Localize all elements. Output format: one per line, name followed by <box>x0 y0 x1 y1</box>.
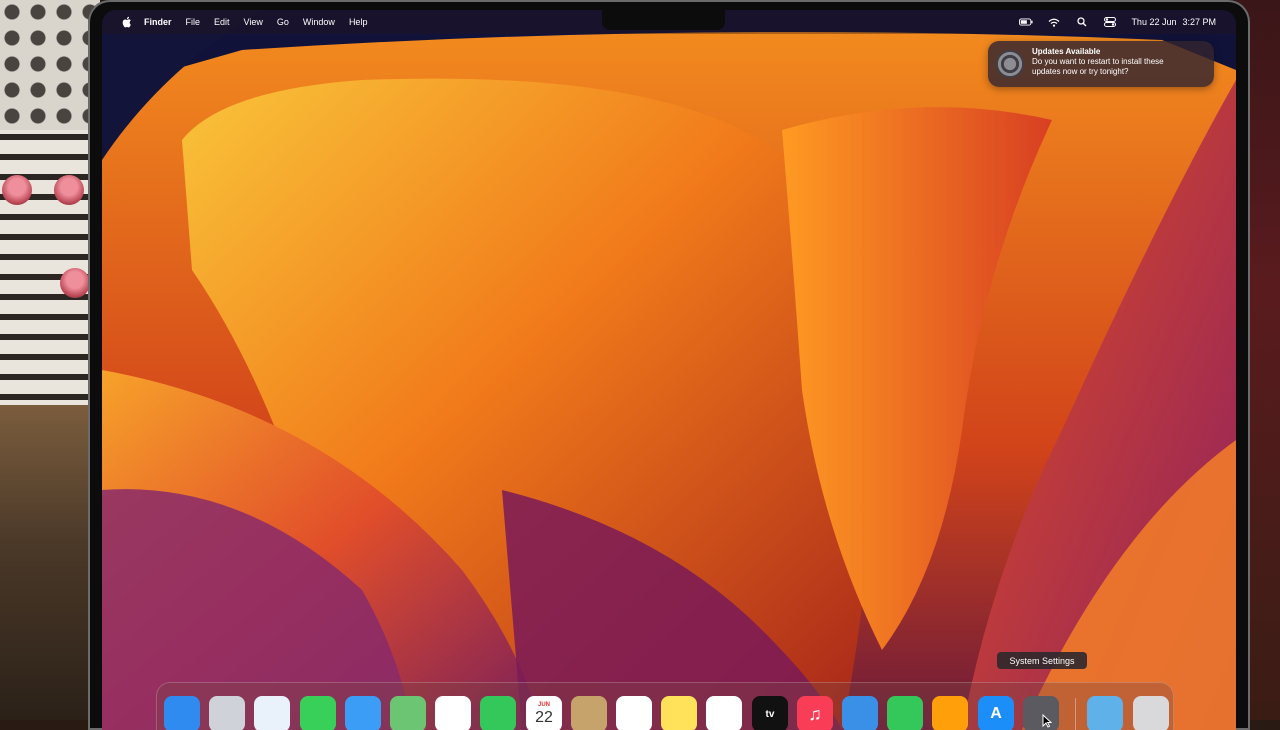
notification-title: Updates Available <box>1032 47 1101 56</box>
trash-icon[interactable] <box>1133 696 1169 730</box>
reminders-icon[interactable] <box>616 696 652 730</box>
downloads-folder-icon[interactable] <box>1087 696 1123 730</box>
notification-body-line2: updates now or try tonight? <box>1032 67 1129 76</box>
background-room-left <box>0 0 100 720</box>
system-settings-icon[interactable] <box>1023 696 1059 730</box>
decor-cup <box>60 268 90 298</box>
dock-separator <box>1075 698 1076 730</box>
menu-go[interactable]: Go <box>277 17 289 27</box>
launchpad-icon[interactable] <box>209 696 245 730</box>
notes-icon[interactable] <box>661 696 697 730</box>
spotlight-search-icon[interactable] <box>1075 17 1089 27</box>
system-settings-gear-icon <box>996 50 1024 78</box>
apple-tv-icon[interactable]: tv <box>752 696 788 730</box>
app-store-icon[interactable]: A <box>978 696 1014 730</box>
camera-notch <box>602 10 725 30</box>
freeform-icon[interactable] <box>706 696 742 730</box>
calendar-month-label: JUN <box>537 702 550 708</box>
contacts-icon[interactable] <box>571 696 607 730</box>
messages-icon[interactable] <box>300 696 336 730</box>
update-notification[interactable]: Updates Available Do you want to restart… <box>988 41 1214 87</box>
screen: Finder File Edit View Go Window Help Thu… <box>102 10 1236 730</box>
wifi-icon[interactable] <box>1047 17 1061 27</box>
mouse-cursor-icon <box>1042 714 1052 728</box>
apple-menu-icon[interactable] <box>122 16 134 28</box>
menu-edit[interactable]: Edit <box>214 17 230 27</box>
calendar-icon[interactable]: JUN 22 <box>526 696 562 730</box>
notification-body-line1: Do you want to restart to install these <box>1032 57 1164 66</box>
menu-file[interactable]: File <box>186 17 201 27</box>
control-center-icon[interactable] <box>1103 17 1117 27</box>
menu-finder[interactable]: Finder <box>144 17 172 27</box>
calendar-day-label: 22 <box>535 709 553 726</box>
keynote-icon[interactable] <box>842 696 878 730</box>
menu-help[interactable]: Help <box>349 17 368 27</box>
mail-icon[interactable] <box>345 696 381 730</box>
decor-cup <box>54 175 84 205</box>
menu-window[interactable]: Window <box>303 17 335 27</box>
pegboard <box>0 0 100 130</box>
battery-icon[interactable] <box>1019 17 1033 27</box>
status-area: Thu 22 Jun 3:27 PM <box>1019 10 1216 34</box>
maps-icon[interactable] <box>390 696 426 730</box>
apple-tv-glyph: tv <box>765 708 775 720</box>
menu-view[interactable]: View <box>244 17 263 27</box>
facetime-icon[interactable] <box>480 696 516 730</box>
desktop-wallpaper <box>102 10 1236 730</box>
clock-date: Thu 22 Jun <box>1131 17 1177 27</box>
menu-bar-clock[interactable]: Thu 22 Jun 3:27 PM <box>1131 17 1216 27</box>
music-icon[interactable]: ♫ <box>797 696 833 730</box>
finder-icon[interactable] <box>164 696 200 730</box>
dock-tooltip: System Settings <box>997 652 1087 669</box>
photos-icon[interactable] <box>435 696 471 730</box>
clock-time: 3:27 PM <box>1182 17 1216 27</box>
app-store-glyph: A <box>990 705 1002 722</box>
music-glyph: ♫ <box>808 703 822 724</box>
safari-icon[interactable] <box>254 696 290 730</box>
decor-cup <box>2 175 32 205</box>
pages-icon[interactable] <box>932 696 968 730</box>
desk <box>0 405 100 720</box>
numbers-icon[interactable] <box>887 696 923 730</box>
